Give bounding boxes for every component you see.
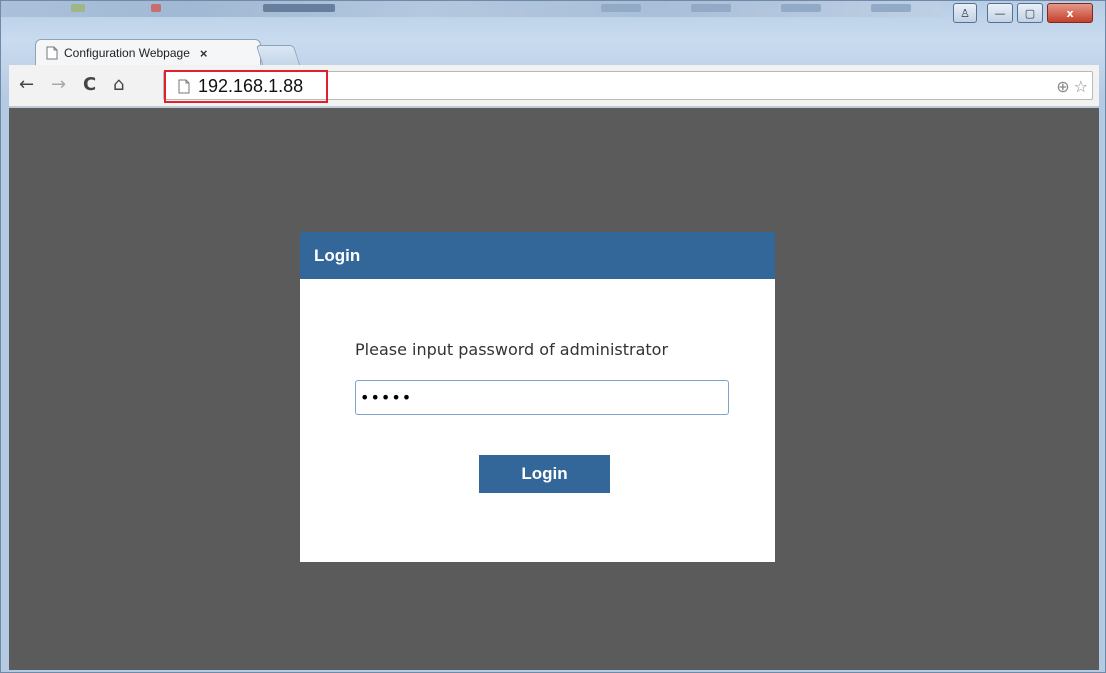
login-dialog: Login Please input password of administr… (300, 232, 775, 562)
blurred-background-strip (1, 1, 941, 17)
minimize-button[interactable]: — (987, 3, 1013, 23)
page-icon (178, 79, 190, 94)
bookmark-star-icon[interactable]: ☆ (1074, 77, 1088, 96)
close-window-button[interactable]: x (1047, 3, 1093, 23)
new-tab-button[interactable] (255, 45, 301, 65)
back-arrow-icon[interactable]: ← (19, 76, 34, 94)
password-prompt: Please input password of administrator (355, 340, 669, 359)
login-dialog-title: Login (300, 232, 775, 279)
home-icon[interactable]: ⌂ (113, 76, 124, 94)
address-bar[interactable]: 192.168.1.88 ⊕ ☆ ≡ (163, 70, 1093, 103)
address-bar-actions: ⊕ ☆ (1056, 77, 1088, 96)
window-controls: ♙ — ▢ x (953, 3, 1093, 23)
title-bar: ♙ — ▢ x (1, 1, 1105, 39)
zoom-icon[interactable]: ⊕ (1056, 77, 1069, 96)
reload-icon[interactable]: C (83, 76, 96, 94)
tab-close-icon[interactable]: × (200, 46, 208, 61)
maximize-button[interactable]: ▢ (1017, 3, 1043, 23)
login-button[interactable]: Login (479, 455, 610, 493)
password-field[interactable] (355, 380, 729, 415)
url-text[interactable]: 192.168.1.88 (198, 76, 303, 97)
tab-configuration-webpage[interactable]: Configuration Webpage × (35, 39, 261, 66)
page-icon (46, 46, 58, 60)
tab-title: Configuration Webpage (64, 46, 190, 60)
page-content: Login Please input password of administr… (9, 108, 1099, 670)
browser-toolbar: ← → C ⌂ 192.168.1.88 ⊕ ☆ ≡ (9, 65, 1099, 107)
browser-window: ♙ — ▢ x Configuration Webpage × ← → C ⌂ … (0, 0, 1106, 673)
user-icon[interactable]: ♙ (953, 3, 977, 23)
forward-arrow-icon[interactable]: → (51, 76, 66, 94)
